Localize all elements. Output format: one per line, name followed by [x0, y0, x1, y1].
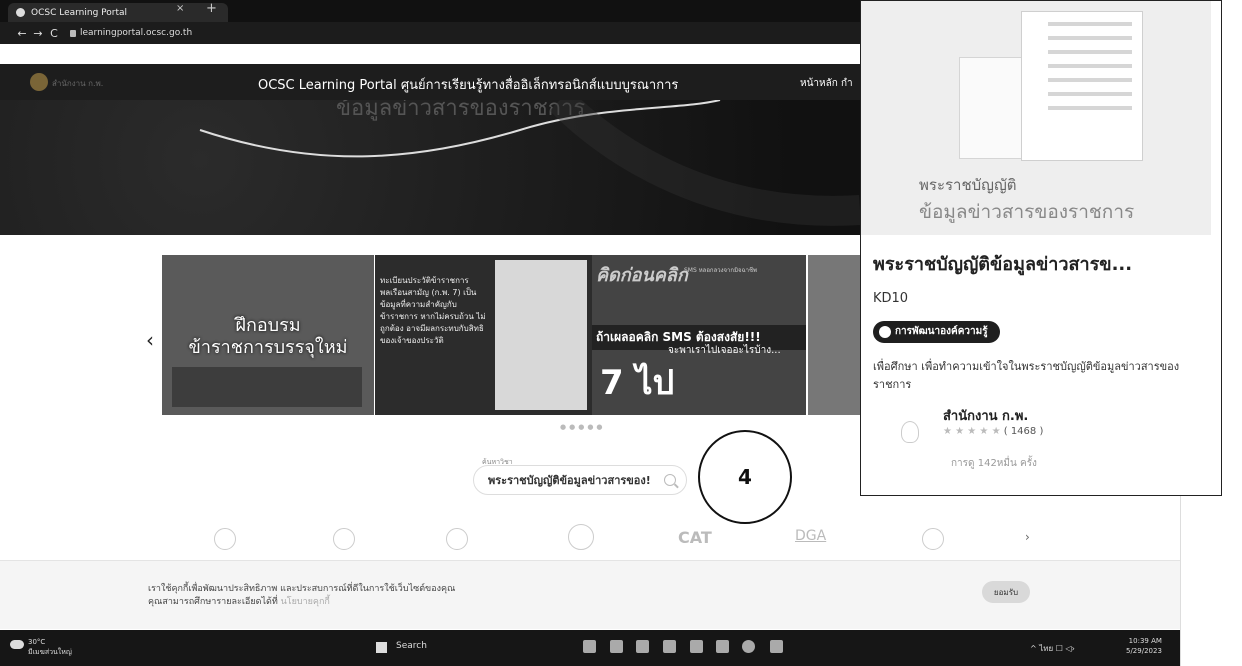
- new-tab-icon[interactable]: +: [206, 1, 217, 16]
- chrome-taskbar-icon[interactable]: [742, 640, 755, 653]
- partner-logo-5-icon[interactable]: [922, 528, 944, 550]
- tab-title: OCSC Learning Portal: [31, 7, 128, 18]
- slide2-text: ทะเบียนประวัติข้าราชการพลเรือนสามัญ (ก.พ…: [380, 276, 486, 345]
- carousel-slide-sms[interactable]: คิดก่อนคลิก SMS หลอกลวงจากมิจฉาชีพ ถ้าเผ…: [592, 255, 806, 415]
- cloud-icon[interactable]: [10, 640, 24, 649]
- taskbar-app-icon[interactable]: [690, 640, 703, 653]
- carousel-slide-gp7[interactable]: ทะเบียนประวัติข้าราชการพลเรือนสามัญ (ก.พ…: [375, 255, 593, 415]
- taskbar-search[interactable]: Search: [396, 641, 427, 651]
- partner-logo-1-icon[interactable]: [214, 528, 236, 550]
- weather-widget[interactable]: 30°C มีเมฆส่วนใหญ่: [28, 637, 72, 657]
- lock-icon: [70, 29, 76, 37]
- nav-home-link[interactable]: หน้าหลัก กำ: [800, 76, 853, 91]
- favicon-icon: [16, 8, 25, 17]
- course-code: KD10: [873, 291, 909, 306]
- ocsc-logo-icon[interactable]: [30, 73, 48, 91]
- star-icons: ★ ★ ★ ★ ★: [943, 426, 1001, 437]
- search-icon[interactable]: [664, 474, 676, 486]
- cookie-line1: เราใช้คุกกี้เพื่อพัฒนาประสิทธิภาพ และประ…: [148, 584, 456, 594]
- cookie-banner: เราใช้คุกกี้เพื่อพัฒนาประสิทธิภาพ และประ…: [0, 560, 1180, 629]
- logo-text: สำนักงาน ก.พ.: [52, 79, 104, 88]
- site-title: OCSC Learning Portal ศูนย์การเรียนรู้ทาง…: [258, 78, 679, 93]
- system-tray[interactable]: ^ ไทย ☐ ◁›: [1030, 642, 1075, 655]
- tab-close-icon[interactable]: ×: [176, 3, 184, 14]
- course-search-box[interactable]: [473, 465, 687, 495]
- course-thumbnail: พระราชบัญญัติ ข้อมูลข่าวสารของราชการ: [861, 1, 1211, 235]
- cookie-policy-link[interactable]: นโยบายคุกกี้: [281, 597, 330, 607]
- back-icon[interactable]: ←: [14, 27, 30, 40]
- browser-tab[interactable]: OCSC Learning Portal: [8, 3, 228, 22]
- slide3-small: SMS หลอกลวงจากมิจฉาชีพ: [684, 267, 758, 274]
- org-logo-icon: [901, 421, 919, 443]
- taskbar-app-icon[interactable]: [583, 640, 596, 653]
- carousel-slide-training[interactable]: ฝึกอบรม ข้าราชการบรรจุใหม่: [162, 255, 374, 415]
- slide1-line1: ฝึกอบรม: [235, 315, 301, 336]
- partner-logo-2-icon[interactable]: [333, 528, 355, 550]
- cookie-text: เราใช้คุกกี้เพื่อพัฒนาประสิทธิภาพ และประ…: [148, 583, 455, 609]
- partner-logo-3-icon[interactable]: [446, 528, 468, 550]
- slide1-text: ฝึกอบรม ข้าราชการบรรจุใหม่: [162, 315, 374, 359]
- cookie-accept-button[interactable]: ยอมรับ: [982, 581, 1030, 603]
- badge-dot-icon: [879, 326, 891, 338]
- partner-logo-4-icon[interactable]: [568, 524, 594, 550]
- course-title[interactable]: พระราชบัญญัติข้อมูลข่าวสารข...: [873, 249, 1213, 278]
- cookie-line2: คุณสามารถศึกษารายละเอียดได้ที่: [148, 597, 278, 607]
- partners-next-button[interactable]: ›: [1025, 530, 1030, 544]
- taskbar-app-icon[interactable]: [636, 640, 649, 653]
- partner-logos-row: CAT DGA ›: [0, 520, 1180, 556]
- rating-count: ( 1468 ): [1003, 426, 1044, 437]
- course-card[interactable]: พระราชบัญญัติ ข้อมูลข่าวสารของราชการ พระ…: [860, 0, 1222, 496]
- taskbar-app-icon[interactable]: [610, 640, 623, 653]
- form-image: [495, 260, 587, 410]
- slide3-seven: 7 ไป: [600, 363, 675, 403]
- url-field[interactable]: learningportal.ocsc.go.th: [70, 28, 192, 38]
- carousel-prev-button[interactable]: ‹: [146, 328, 154, 352]
- taskbar-app-icon[interactable]: [716, 640, 729, 653]
- weather-temp: 30°C: [28, 638, 46, 646]
- windows-start-icon[interactable]: [376, 642, 387, 653]
- search-input[interactable]: [486, 472, 666, 487]
- carousel-slide-person[interactable]: [808, 255, 860, 415]
- word-taskbar-icon[interactable]: [770, 640, 783, 653]
- course-views: การดู 142หมื่น ครั้ง: [951, 458, 1037, 469]
- slide1-line2: ข้าราชการบรรจุใหม่: [188, 337, 348, 358]
- partner-cat-logo[interactable]: CAT: [678, 528, 712, 547]
- course-organization: สำนักงาน ก.พ.: [943, 409, 1029, 424]
- rating-stars: ★ ★ ★ ★ ★ ( 1468 ): [943, 426, 1043, 437]
- weather-desc: มีเมฆส่วนใหญ่: [28, 648, 72, 656]
- step-annotation-circle: 4: [698, 430, 792, 524]
- category-badge: การพัฒนาองค์ความรู้: [873, 321, 1000, 343]
- category-label: การพัฒนาองค์ความรู้: [895, 326, 988, 337]
- thumbnail-line2: ข้อมูลข่าวสารของราชการ: [919, 201, 1135, 223]
- partner-dga-logo[interactable]: DGA: [795, 528, 826, 544]
- taskbar-app-icon[interactable]: [663, 640, 676, 653]
- course-description: เพื่อศึกษา เพื่อทำความเข้าใจในพระราชบัญญ…: [873, 360, 1180, 391]
- windows-taskbar: 30°C มีเมฆส่วนใหญ่ Search ^ ไทย ☐ ◁› 10:…: [0, 630, 1180, 666]
- document-illustration: [1021, 11, 1143, 161]
- slide3-sub: จะพาเราไปเจออะไรบ้าง...: [668, 345, 781, 356]
- carousel-dots[interactable]: ●●●●●: [560, 423, 606, 431]
- url-text: learningportal.ocsc.go.th: [80, 28, 193, 38]
- reload-icon[interactable]: C: [46, 27, 62, 40]
- thumbnail-line1: พระราชบัญญัติ: [919, 176, 1017, 194]
- clock-time: 10:39 AM: [1128, 637, 1162, 645]
- slide3-title: คิดก่อนคลิก: [596, 265, 688, 286]
- forward-icon[interactable]: →: [30, 27, 46, 40]
- taskbar-clock[interactable]: 10:39 AM 5/29/2023: [1126, 636, 1162, 656]
- clock-date: 5/29/2023: [1126, 647, 1162, 655]
- desk-illustration: [172, 367, 362, 407]
